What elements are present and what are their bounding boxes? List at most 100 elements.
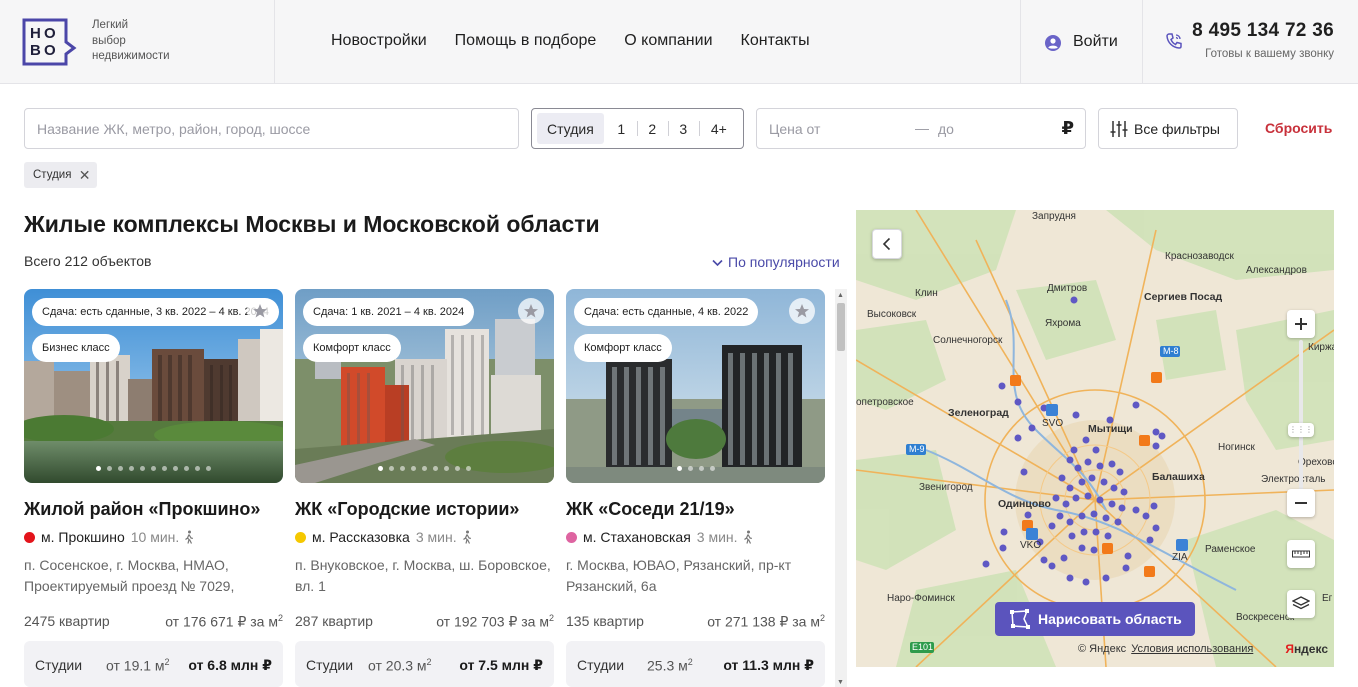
room-option-2[interactable]: 2 xyxy=(636,113,668,144)
scroll-up-arrow-icon[interactable]: ▲ xyxy=(837,292,844,299)
plus-icon xyxy=(1295,318,1307,330)
photo-dot[interactable] xyxy=(118,466,123,471)
complex-address: п. Сосенское, г. Москва, НМАО, Проектиру… xyxy=(24,557,235,594)
map-label: Зеленоград xyxy=(948,407,1009,419)
yandex-logo-rest: ндекс xyxy=(1293,642,1328,656)
nav-item-help[interactable]: Помощь в подборе xyxy=(455,32,597,50)
search-field[interactable] xyxy=(24,108,519,149)
user-icon xyxy=(1045,35,1061,51)
photo-dot[interactable] xyxy=(422,466,427,471)
sort-dropdown[interactable]: По популярности xyxy=(712,254,840,270)
logo-letter-2: О xyxy=(44,25,56,42)
complex-card[interactable]: Сдача: 1 кв. 2021 – 4 кв. 2024 Комфорт к… xyxy=(295,289,554,687)
photo-dot[interactable] xyxy=(433,466,438,471)
room-option-3[interactable]: 3 xyxy=(667,113,699,144)
yandex-logo[interactable]: Яндекс xyxy=(1285,642,1328,656)
photo-dot[interactable] xyxy=(206,466,211,471)
sliders-icon xyxy=(1110,121,1128,137)
collapse-map-button[interactable] xyxy=(872,229,902,259)
favorite-star-icon[interactable] xyxy=(247,298,273,324)
map-label: Раменское xyxy=(1205,544,1256,555)
photo-dot[interactable] xyxy=(709,466,715,471)
all-filters-button[interactable]: Все фильтры xyxy=(1098,108,1238,149)
photo-dot[interactable] xyxy=(129,466,134,471)
search-input[interactable] xyxy=(25,109,518,148)
price-to-input[interactable]: до xyxy=(938,121,954,137)
reset-filters-link[interactable]: Сбросить xyxy=(1265,120,1332,136)
photo-dot[interactable] xyxy=(162,466,167,471)
complex-card[interactable]: Сдача: есть сданные, 3 кв. 2022 – 4 кв. … xyxy=(24,289,283,687)
flat-type-row[interactable]: Студии 25.3 м2 от 11.3 млн ₽ xyxy=(566,641,825,687)
complex-photo[interactable]: Сдача: 1 кв. 2021 – 4 кв. 2024 Комфорт к… xyxy=(295,289,554,483)
photo-dot[interactable] xyxy=(140,466,145,471)
favorite-star-icon[interactable] xyxy=(518,298,544,324)
listing-scrollbar[interactable]: ▲ ▼ xyxy=(835,289,847,687)
room-option-studio[interactable]: Студия xyxy=(537,113,604,144)
photo-dot[interactable] xyxy=(466,466,471,471)
photo-dot[interactable] xyxy=(378,466,383,471)
flat-type-row[interactable]: Студии от 19.1 м2 от 6.8 млн ₽ xyxy=(24,641,283,687)
photo-dot[interactable] xyxy=(687,466,693,471)
draw-area-button[interactable]: Нарисовать область xyxy=(995,602,1195,636)
phone-block[interactable]: 8 495 134 72 36 Готовы к вашему звонку xyxy=(1143,0,1358,84)
photo-dot[interactable] xyxy=(698,466,704,471)
complex-name[interactable]: ЖК «Соседи 21/19» xyxy=(566,499,735,520)
zoom-out-button[interactable] xyxy=(1287,489,1315,517)
minus-icon xyxy=(1295,502,1307,504)
map-panel[interactable]: Запрудня Краснозаводск Александров Дмитр… xyxy=(856,210,1334,667)
nav-item-about[interactable]: О компании xyxy=(624,32,712,50)
room-option-1[interactable]: 1 xyxy=(606,113,637,144)
close-icon[interactable]: ✕ xyxy=(79,162,91,188)
chevron-left-icon xyxy=(882,237,891,251)
flat-type: Студии xyxy=(577,657,625,673)
login-button[interactable]: Войти xyxy=(1020,0,1143,84)
nav-item-contacts[interactable]: Контакты xyxy=(741,32,810,50)
terms-link[interactable]: Условия использования xyxy=(1131,643,1253,655)
complex-name[interactable]: ЖК «Городские истории» xyxy=(295,499,519,520)
walk-icon xyxy=(743,530,752,544)
photo-dot[interactable] xyxy=(676,466,682,471)
map-label: Александров xyxy=(1246,265,1307,276)
photo-dot[interactable] xyxy=(96,466,101,471)
scrollbar-thumb[interactable] xyxy=(837,303,845,351)
phone-icon xyxy=(1166,33,1182,49)
zoom-slider[interactable] xyxy=(1299,340,1303,500)
favorite-star-icon[interactable] xyxy=(789,298,815,324)
scroll-down-arrow-icon[interactable]: ▼ xyxy=(837,679,844,686)
photo-pagination[interactable] xyxy=(566,466,825,471)
photo-dot[interactable] xyxy=(444,466,449,471)
photo-pagination[interactable] xyxy=(295,466,554,471)
photo-dot[interactable] xyxy=(389,466,394,471)
flat-type-row[interactable]: Студии от 20.3 м2 от 7.5 млн ₽ xyxy=(295,641,554,687)
layers-button[interactable] xyxy=(1287,590,1315,618)
photo-dot[interactable] xyxy=(184,466,189,471)
nav-item-novostroyki[interactable]: Новостройки xyxy=(331,32,427,50)
price-range-field[interactable]: Цена от — до ₽ xyxy=(756,108,1086,149)
zoom-in-button[interactable] xyxy=(1287,310,1315,338)
zoom-slider-handle[interactable]: ⋮⋮⋮ xyxy=(1288,423,1314,437)
photo-dot[interactable] xyxy=(173,466,178,471)
phone-number[interactable]: 8 495 134 72 36 xyxy=(1192,20,1334,42)
map-label: М-9 xyxy=(909,444,925,454)
ruler-icon xyxy=(1292,550,1310,558)
photo-dot[interactable] xyxy=(455,466,460,471)
photo-pagination[interactable] xyxy=(24,466,283,471)
photo-dot[interactable] xyxy=(411,466,416,471)
photo-dot[interactable] xyxy=(107,466,112,471)
metro-walk-time: 3 мин. xyxy=(696,529,738,545)
photo-dot[interactable] xyxy=(195,466,200,471)
complex-card[interactable]: Сдача: есть сданные, 4 кв. 2022 Комфорт … xyxy=(566,289,825,687)
photo-dot[interactable] xyxy=(400,466,405,471)
complex-name[interactable]: Жилой район «Прокшино» xyxy=(24,499,260,520)
price-from-input[interactable]: Цена от xyxy=(769,121,820,137)
logo-block[interactable]: Н О В О Легкий выбор недвижимости xyxy=(0,0,275,84)
logo-icon[interactable]: Н О В О xyxy=(22,18,80,66)
room-option-4plus[interactable]: 4+ xyxy=(698,113,739,144)
complex-photo[interactable]: Сдача: есть сданные, 3 кв. 2022 – 4 кв. … xyxy=(24,289,283,483)
complex-photo[interactable]: Сдача: есть сданные, 4 кв. 2022 Комфорт … xyxy=(566,289,825,483)
map-label: Дмитров xyxy=(1047,283,1088,294)
complex-address: г. Москва, ЮВАО, Рязанский, пр-кт Рязанс… xyxy=(566,557,792,594)
map-label: Киржач xyxy=(1308,342,1334,353)
ruler-button[interactable] xyxy=(1287,540,1315,568)
photo-dot[interactable] xyxy=(151,466,156,471)
